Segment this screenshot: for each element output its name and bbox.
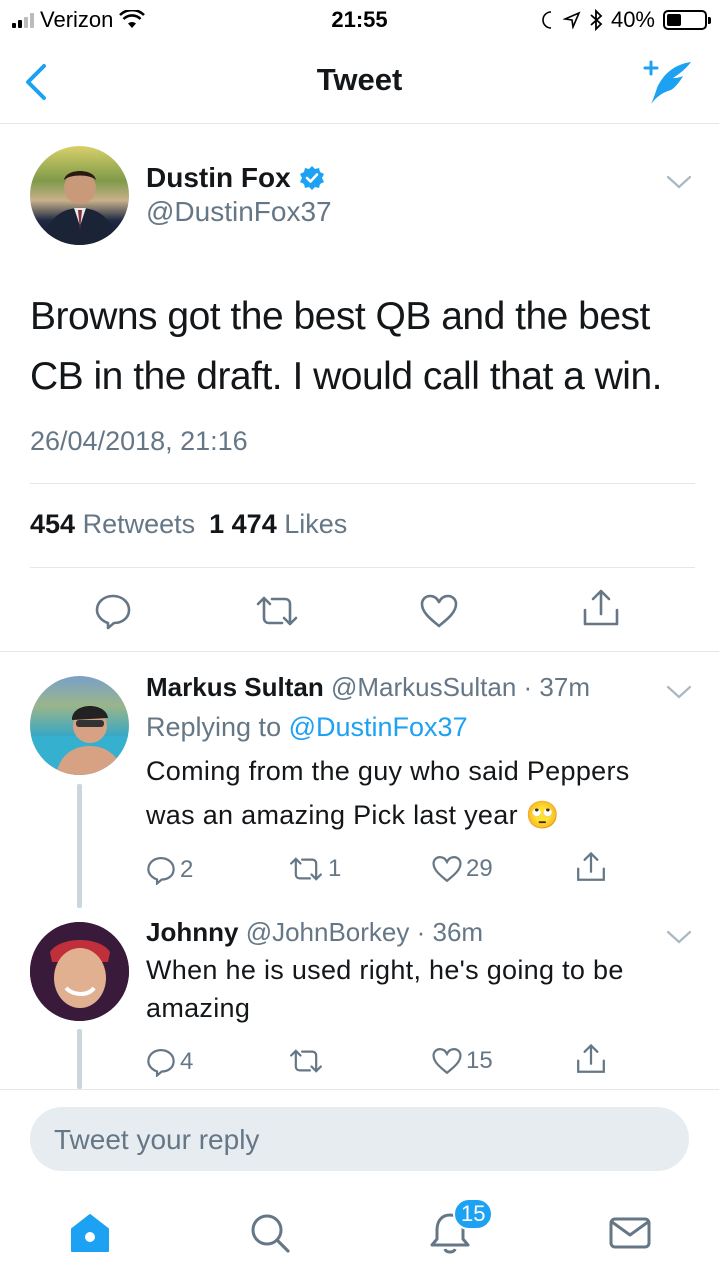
share-button[interactable] (575, 1043, 607, 1075)
retweets-count: 454 (30, 509, 76, 539)
reply-actions: 2 1 29 (0, 851, 719, 895)
reply-input[interactable]: Tweet your reply (30, 1107, 689, 1171)
avatar[interactable] (30, 676, 129, 775)
reply-button[interactable]: 2 (146, 855, 193, 885)
retweet-button[interactable]: 1 (288, 855, 341, 883)
reply-time: · 36m (416, 917, 484, 947)
retweets-label: Retweets (82, 509, 196, 539)
divider (30, 567, 695, 568)
like-button[interactable]: 29 (432, 855, 493, 883)
replying-to: Replying to @DustinFox37 (146, 712, 468, 743)
like-count: 29 (466, 855, 493, 882)
avatar[interactable] (30, 922, 129, 1021)
reply-tweet[interactable]: Markus Sultan @MarkusSultan · 37m Replyi… (0, 652, 719, 917)
verified-badge-icon (299, 166, 324, 190)
moon-icon (542, 11, 552, 29)
retweet-icon (290, 857, 322, 881)
reply-header: Markus Sultan @MarkusSultan · 37m (146, 672, 590, 703)
avatar[interactable] (30, 146, 129, 245)
likes-label: Likes (284, 509, 348, 539)
divider (30, 483, 695, 484)
replying-to-link[interactable]: @DustinFox37 (289, 712, 468, 742)
retweet-button[interactable] (288, 1047, 328, 1075)
battery-percent: 40% (610, 7, 655, 32)
location-icon (562, 11, 581, 29)
like-button[interactable]: 15 (432, 1047, 493, 1075)
reply-author-name[interactable]: Johnny (146, 917, 238, 947)
reply-author-name[interactable]: Markus Sultan (146, 672, 324, 702)
status-bar: Verizon 21:55 40% (0, 0, 719, 40)
retweet-icon (290, 1049, 322, 1073)
like-icon[interactable] (420, 594, 458, 628)
reply-icon (147, 1049, 175, 1077)
tweet-actions (0, 589, 719, 652)
chevron-down-icon[interactable] (666, 684, 692, 700)
tab-bar (0, 1189, 719, 1280)
like-icon (432, 1048, 462, 1075)
reply-header: Johnny @JohnBorkey · 36m (146, 917, 483, 948)
search-icon[interactable] (248, 1211, 292, 1255)
messages-icon[interactable] (608, 1211, 652, 1255)
author-name[interactable]: Dustin Fox (146, 162, 291, 194)
author-name-row[interactable]: Dustin Fox (146, 162, 325, 194)
reply-composer: Tweet your reply (0, 1089, 719, 1189)
home-icon[interactable] (68, 1211, 112, 1255)
share-icon (577, 851, 605, 881)
reply-text: Coming from the guy who said Peppers was… (146, 756, 630, 830)
tweet-text: Browns got the best QB and the best CB i… (30, 295, 663, 398)
share-icon (577, 1043, 605, 1073)
like-count: 15 (466, 1047, 493, 1074)
avatar-image (30, 706, 129, 775)
replying-to-prefix: Replying to (146, 712, 282, 742)
reply-count: 2 (180, 856, 194, 883)
likes-count: 1 474 (209, 509, 277, 539)
status-right: 40% (539, 7, 711, 33)
page-title: Tweet (316, 62, 403, 97)
reply-count: 4 (180, 1048, 194, 1075)
bluetooth-icon (590, 9, 603, 31)
reply-author-handle[interactable]: @JohnBorkey (246, 917, 410, 947)
tweet-timestamp: 26/04/2018, 21:16 (30, 426, 248, 456)
author-handle[interactable]: @DustinFox37 (146, 196, 332, 228)
reply-icon[interactable] (94, 592, 132, 630)
retweet-icon[interactable] (254, 594, 300, 628)
tweet-stats: 454 Retweets 1 474 Likes (30, 509, 347, 540)
avatar-image (30, 922, 129, 1021)
reply-icon (147, 857, 175, 885)
share-icon[interactable] (581, 588, 621, 628)
reply-actions: 4 15 (0, 1043, 719, 1087)
retweet-count: 1 (328, 855, 342, 882)
chevron-down-icon[interactable] (666, 174, 692, 190)
reply-time: · 37m (523, 672, 591, 702)
reply-tweet[interactable]: Johnny @JohnBorkey · 36m When he is used… (0, 917, 719, 1089)
battery-icon (663, 10, 711, 30)
reply-text: When he is used right, he's going to be … (146, 955, 624, 1023)
compose-tweet-icon[interactable] (641, 58, 693, 106)
avatar-image (44, 171, 116, 245)
reply-button[interactable]: 4 (146, 1047, 193, 1077)
share-button[interactable] (575, 851, 607, 883)
reply-author-handle[interactable]: @MarkusSultan (331, 672, 516, 702)
retweets-stat[interactable]: 454 Retweets (30, 509, 195, 540)
likes-stat[interactable]: 1 474 Likes (209, 509, 347, 540)
notifications-badge: 15 (453, 1198, 494, 1230)
nav-bar: Tweet (0, 40, 719, 124)
like-icon (432, 856, 462, 883)
chevron-down-icon[interactable] (666, 929, 692, 945)
